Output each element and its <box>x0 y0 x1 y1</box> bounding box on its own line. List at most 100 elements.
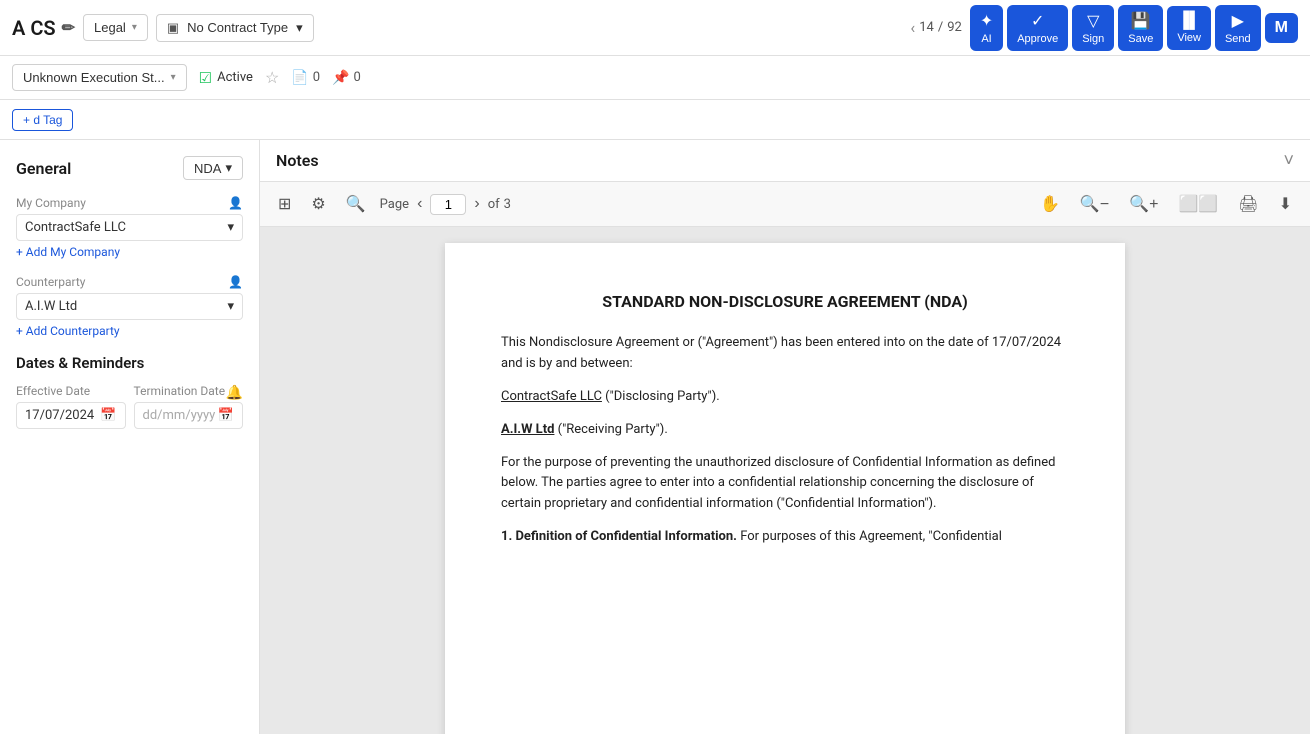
settings-button[interactable]: ⚙ <box>305 190 331 218</box>
nda-dropdown[interactable]: NDA ▾ <box>183 156 243 180</box>
termination-date-placeholder: dd/mm/yyyy <box>143 408 216 423</box>
more-button[interactable]: M <box>1265 13 1298 43</box>
page-number-input[interactable] <box>430 194 466 215</box>
prev-page-button[interactable]: ‹ <box>413 193 426 215</box>
send-icon: ▶ <box>1232 11 1244 31</box>
view-button[interactable]: ▐▌ View <box>1167 6 1211 50</box>
disclosing-company-name: ContractSafe LLC <box>501 389 602 404</box>
add-tag-button[interactable]: + d Tag <box>12 109 73 131</box>
add-my-company-link[interactable]: + Add My Company <box>16 245 243 259</box>
split-view-button[interactable]: ⬜⬜ <box>1172 190 1224 218</box>
page-input-area: Page ‹ › of 3 <box>380 193 511 215</box>
my-company-field: My Company 👤 ContractSafe LLC ▾ + Add My… <box>16 196 243 259</box>
category-label: Legal <box>94 20 126 35</box>
contract-title: A CS ✏ <box>12 16 75 40</box>
user-icon[interactable]: 👤 <box>228 275 243 289</box>
effective-date-value: 17/07/2024 <box>25 408 94 423</box>
add-my-company-label: + Add My Company <box>16 245 120 259</box>
contract-type-dropdown[interactable]: ▣ No Contract Type ▾ <box>156 14 314 42</box>
user-icon[interactable]: 👤 <box>228 196 243 210</box>
ai-icon: ✦ <box>980 11 993 31</box>
status-badge: ☑ Active <box>199 69 253 87</box>
next-page-button[interactable]: › <box>470 193 483 215</box>
execution-status-dropdown[interactable]: Unknown Execution St... ▾ <box>12 64 187 91</box>
zoom-in-button[interactable]: 🔍+ <box>1123 190 1164 218</box>
edit-icon[interactable]: ✏ <box>62 18 75 37</box>
zoom-out-button[interactable]: 🔍− <box>1074 190 1115 218</box>
page-total: 92 <box>947 20 962 35</box>
search-button[interactable]: 🔍 <box>340 190 372 218</box>
pins-number: 0 <box>353 70 360 85</box>
counterparty-value: A.I.W Ltd <box>25 299 77 314</box>
check-icon: ☑ <box>199 69 212 87</box>
termination-date-label: Termination Date <box>134 384 226 398</box>
hand-tool-button[interactable]: ✋ <box>1034 190 1066 218</box>
receiving-party-suffix: ("Receiving Party"). <box>554 422 667 437</box>
second-bar: Unknown Execution St... ▾ ☑ Active ☆ 📄 0… <box>0 56 1310 100</box>
copies-number: 0 <box>313 70 320 85</box>
pdf-content: STANDARD NON-DISCLOSURE AGREEMENT (NDA) … <box>260 227 1310 734</box>
pin-icon: 📌 <box>332 70 349 86</box>
pdf-total-pages: 3 <box>504 197 511 212</box>
termination-date-input[interactable]: dd/mm/yyyy 📅 <box>134 402 244 429</box>
counterparty-label-row: Counterparty 👤 <box>16 275 243 289</box>
ai-label: AI <box>981 33 991 45</box>
pdf-paragraph-1: This Nondisclosure Agreement or ("Agreem… <box>501 333 1069 375</box>
title-text: A CS <box>12 16 56 40</box>
disclosing-party-suffix: ("Disclosing Party"). <box>602 389 720 404</box>
my-company-select[interactable]: ContractSafe LLC ▾ <box>16 214 243 241</box>
effective-date-input[interactable]: 17/07/2024 📅 <box>16 402 126 429</box>
pdf-disclosing-party: ContractSafe LLC ("Disclosing Party"). <box>501 387 1069 408</box>
notes-title: Notes <box>276 151 319 170</box>
pdf-section-1-text: For purposes of this Agreement, "Confide… <box>740 529 1002 544</box>
save-label: Save <box>1128 33 1153 45</box>
chevron-down-icon: ▾ <box>132 22 137 33</box>
copies-count: 📄 0 <box>291 70 320 86</box>
sign-icon: ▽ <box>1087 11 1099 31</box>
save-button[interactable]: 💾 Save <box>1118 5 1163 51</box>
pdf-body: This Nondisclosure Agreement or ("Agreem… <box>501 333 1069 547</box>
page-navigation: ‹ 14 / 92 <box>910 18 961 37</box>
page-label: Page <box>380 197 409 212</box>
send-button[interactable]: ▶ Send <box>1215 5 1261 51</box>
sign-button[interactable]: ▽ Sign <box>1072 5 1114 51</box>
effective-date-field: Effective Date 17/07/2024 📅 <box>16 384 126 429</box>
execution-status-label: Unknown Execution St... <box>23 70 165 85</box>
top-bar: A CS ✏ Legal ▾ ▣ No Contract Type ▾ ‹ 14… <box>0 0 1310 56</box>
chevron-down-icon: ▾ <box>225 160 232 176</box>
pdf-section-1-title: 1. Definition of Confidential Informatio… <box>501 529 737 544</box>
category-dropdown[interactable]: Legal ▾ <box>83 14 148 41</box>
page-of-label: of <box>488 197 500 212</box>
bell-icon[interactable]: 🔔 <box>226 385 243 401</box>
my-company-label-row: My Company 👤 <box>16 196 243 210</box>
general-section-header: General NDA ▾ <box>16 156 243 180</box>
prev-page-button[interactable]: ‹ <box>910 18 915 37</box>
chevron-down-icon: ▾ <box>227 299 234 314</box>
date-row: Effective Date 17/07/2024 📅 Termination … <box>16 384 243 429</box>
grid-view-button[interactable]: ⊞ <box>272 190 297 218</box>
pdf-document-title: STANDARD NON-DISCLOSURE AGREEMENT (NDA) <box>501 291 1069 313</box>
dates-section-title: Dates & Reminders <box>16 354 243 372</box>
notes-section: Notes ˅ <box>260 140 1310 182</box>
print-button[interactable]: 🖨 <box>1232 190 1264 218</box>
left-panel: General NDA ▾ My Company 👤 ContractSafe … <box>0 140 260 734</box>
pdf-section-1: 1. Definition of Confidential Informatio… <box>501 527 1069 548</box>
chevron-down-icon: ▾ <box>227 220 234 235</box>
approve-button[interactable]: ✓ Approve <box>1007 5 1068 51</box>
collapse-button[interactable]: ˅ <box>1283 150 1294 171</box>
ai-button[interactable]: ✦ AI <box>970 5 1003 51</box>
termination-date-field: Termination Date 🔔 dd/mm/yyyy 📅 <box>134 384 244 429</box>
download-button[interactable]: ⬇ <box>1273 190 1298 218</box>
view-label: View <box>1177 32 1201 44</box>
main-content: General NDA ▾ My Company 👤 ContractSafe … <box>0 140 1310 734</box>
add-tag-label: + d Tag <box>23 113 62 127</box>
nda-label: NDA <box>194 161 221 176</box>
star-button[interactable]: ☆ <box>265 68 279 87</box>
counterparty-select[interactable]: A.I.W Ltd ▾ <box>16 293 243 320</box>
calendar-icon[interactable]: 📅 <box>218 408 234 423</box>
my-company-value: ContractSafe LLC <box>25 220 126 235</box>
save-icon: 💾 <box>1131 11 1151 31</box>
add-counterparty-link[interactable]: + Add Counterparty <box>16 324 243 338</box>
pdf-toolbar: ⊞ ⚙ 🔍 Page ‹ › of 3 ✋ 🔍− 🔍+ ⬜⬜ 🖨 ⬇ <box>260 182 1310 227</box>
calendar-icon[interactable]: 📅 <box>100 408 116 423</box>
